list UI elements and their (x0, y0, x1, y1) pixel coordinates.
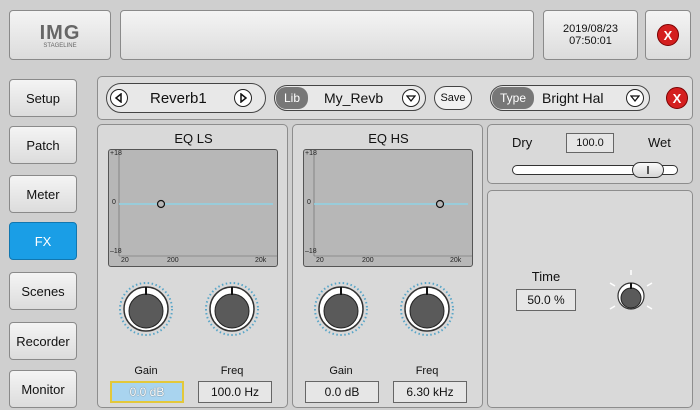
next-fx-button[interactable] (234, 89, 252, 107)
freq-knob[interactable] (399, 281, 455, 337)
mix-panel: Dry 100.0 Wet (487, 124, 693, 184)
time-knob[interactable] (606, 269, 656, 319)
sidebar-item-monitor[interactable]: Monitor (9, 370, 77, 408)
x-tick: 20 (316, 257, 324, 264)
mix-slider-thumb[interactable] (632, 162, 664, 178)
logo: IMG STAGELINE (9, 10, 111, 60)
eq-ls-handle[interactable] (156, 199, 166, 209)
eq-hs-panel: EQ HS +18 0 –18 20 200 20k Gain Freq 0.0… (292, 124, 483, 408)
type-dropdown-button[interactable] (626, 89, 644, 107)
x-tick: 200 (167, 257, 179, 264)
chevron-down-icon (406, 95, 416, 103)
time-text: 07:50:01 (569, 35, 612, 47)
chevron-down-icon (630, 95, 640, 103)
gain-knob[interactable] (118, 281, 174, 337)
type-value: Bright Hal (542, 90, 604, 106)
logo-subtext: STAGELINE (43, 42, 77, 49)
eq-ls-graph: +18 0 –18 20 200 20k (108, 149, 278, 267)
x-tick: 200 (362, 257, 374, 264)
eq-ls-title: EQ LS (174, 131, 213, 146)
eq-hs-title: EQ HS (368, 131, 409, 146)
fx-name: Reverb1 (150, 90, 207, 107)
reverb-panel: Time 50.0 % (487, 190, 693, 408)
sidebar-item-meter[interactable]: Meter (9, 175, 77, 213)
y-tick-top: +18 (110, 150, 122, 157)
eq-hs-graph: +18 0 –18 20 200 20k (303, 149, 473, 267)
freq-label: Freq (415, 365, 439, 377)
y-tick-mid: 0 (112, 199, 116, 206)
header-close-button[interactable]: X (657, 24, 679, 46)
fx-toolbar: Reverb1 Lib My_Revb Save Type Bright Hal… (97, 76, 693, 120)
time-value-field[interactable]: 50.0 % (516, 289, 576, 311)
x-tick: 20k (450, 257, 462, 264)
y-tick-bot: –18 (305, 248, 317, 255)
x-tick: 20k (255, 257, 267, 264)
eq-ls-panel: EQ LS +18 0 –18 20 200 20k Gain Freq 0.0… (97, 124, 288, 408)
mix-value-field[interactable]: 100.0 (566, 133, 614, 153)
sidebar-item-patch[interactable]: Patch (9, 126, 77, 164)
x-tick: 20 (121, 257, 129, 264)
lib-label: Lib (276, 87, 309, 109)
freq-value-field[interactable]: 100.0 Hz (198, 381, 272, 403)
save-button[interactable]: Save (434, 86, 472, 110)
type-label: Type (492, 87, 535, 109)
gain-value-field[interactable]: 0.0 dB (305, 381, 379, 403)
date-text: 2019/08/23 (562, 23, 619, 35)
sidebar-item-scenes[interactable]: Scenes (9, 272, 77, 310)
freq-label: Freq (220, 365, 244, 377)
gain-value-field[interactable]: 0.0 dB (110, 381, 184, 403)
datetime-display: 2019/08/23 07:50:01 (543, 10, 638, 60)
chevron-left-icon (114, 93, 122, 103)
eq-hs-handle[interactable] (435, 199, 445, 209)
freq-knob[interactable] (204, 281, 260, 337)
sidebar-item-fx[interactable]: FX (9, 222, 77, 260)
dry-label: Dry (512, 135, 533, 150)
gain-label: Gain (329, 365, 353, 377)
header-display (120, 10, 534, 60)
time-label: Time (531, 269, 561, 284)
header-close-frame: X (645, 10, 691, 60)
eq-hs-curve (313, 152, 472, 257)
y-tick-mid: 0 (307, 199, 311, 206)
freq-value-field[interactable]: 6.30 kHz (393, 381, 467, 403)
sidebar-item-recorder[interactable]: Recorder (9, 322, 77, 360)
eq-ls-curve (118, 152, 277, 257)
lib-value: My_Revb (324, 90, 384, 106)
prev-fx-button[interactable] (110, 89, 128, 107)
gain-knob[interactable] (313, 281, 369, 337)
fx-close-button[interactable]: X (666, 87, 688, 109)
gain-label: Gain (134, 365, 158, 377)
wet-label: Wet (648, 135, 671, 150)
y-tick-top: +18 (305, 150, 317, 157)
y-tick-bot: –18 (110, 248, 122, 255)
chevron-right-icon (240, 93, 248, 103)
logo-text: IMG (39, 21, 81, 44)
lib-dropdown-button[interactable] (402, 89, 420, 107)
sidebar-item-setup[interactable]: Setup (9, 79, 77, 117)
